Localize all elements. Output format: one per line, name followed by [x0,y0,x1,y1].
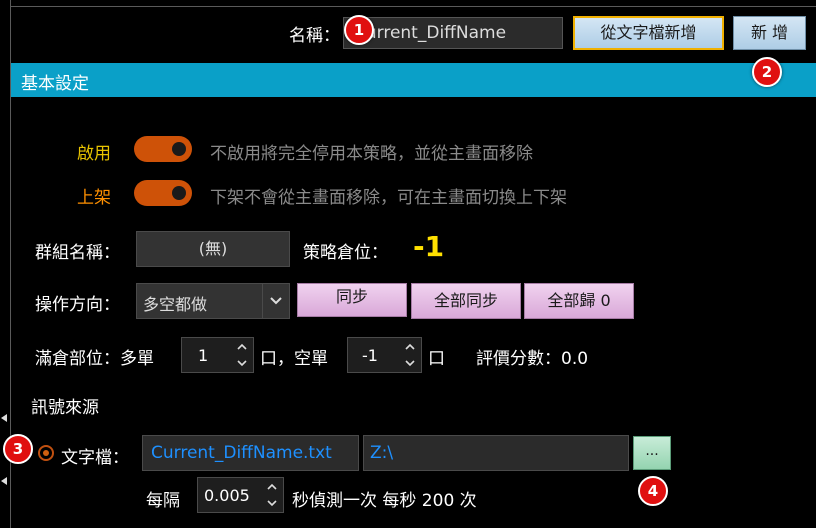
direction-label: 操作方向： [35,295,120,315]
direction-select[interactable]: 多空都做 [136,283,290,319]
name-input[interactable]: Current_DiffName [343,17,563,49]
short-position-stepper[interactable]: -1 [347,337,422,373]
interval-value: 0.005 [204,486,250,505]
add-from-text-file-button[interactable]: 從文字檔新增 [573,16,724,50]
stepper-arrows-icon[interactable] [265,480,279,510]
enable-toggle[interactable] [134,136,192,162]
callout-badge-2: 2 [752,57,782,87]
group-name-field[interactable]: (無) [136,231,290,267]
left-edge-marker-icon [1,407,7,426]
stepper-arrows-icon[interactable] [403,340,417,370]
left-edge-marker-icon [1,470,7,489]
name-label: 名稱： [289,26,340,46]
short-unit-label: 口 [428,349,445,369]
listed-toggle[interactable] [134,180,192,206]
sync-all-button[interactable]: 全部同步 [411,283,521,319]
callout-badge-3: 3 [3,434,33,464]
text-file-label: 文字檔： [61,448,129,468]
text-file-radio[interactable] [38,445,54,461]
enable-label: 啟用 [77,144,111,164]
browse-button[interactable]: ... [633,436,671,470]
section-title: 基本設定 [21,74,89,94]
chevron-down-icon [262,284,289,318]
strategy-position-value: -1 [413,230,445,263]
window-frame-top [10,6,816,7]
callout-badge-4: 4 [638,476,668,506]
full-position-label: 滿倉部位：多單 [35,349,154,369]
direction-selected-value: 多空都做 [143,295,208,314]
strategy-position-label: 策略倉位： [303,243,388,263]
interval-prefix-label: 每隔 [146,491,180,511]
signal-source-title: 訊號來源 [31,398,99,418]
long-position-stepper[interactable]: 1 [181,337,254,373]
listed-label: 上架 [77,188,111,208]
listed-description: 下架不會從主畫面移除，可在主畫面切換上下架 [210,188,567,208]
section-header-basic-settings: 基本設定 [11,63,816,97]
reset-all-button[interactable]: 全部歸 0 [524,283,634,319]
add-button[interactable]: 新 增 [733,16,806,50]
long-unit-label: 口，空單 [260,349,328,369]
stepper-arrows-icon[interactable] [235,340,249,370]
short-position-value: -1 [362,346,378,365]
folder-path-field[interactable]: Z:\ [363,435,629,471]
enable-description: 不啟用將完全停用本策略，並從主畫面移除 [210,144,533,164]
sync-button[interactable]: 同步 [297,283,407,317]
interval-suffix-label: 秒偵測一次 每秒 200 次 [292,491,477,511]
score-label: 評價分數：0.0 [476,349,589,369]
group-name-label: 群組名稱： [35,243,120,263]
interval-stepper[interactable]: 0.005 [197,477,284,513]
long-position-value: 1 [198,346,209,365]
text-file-name-field[interactable]: Current_DiffName.txt [142,435,359,471]
callout-badge-1: 1 [344,15,374,45]
